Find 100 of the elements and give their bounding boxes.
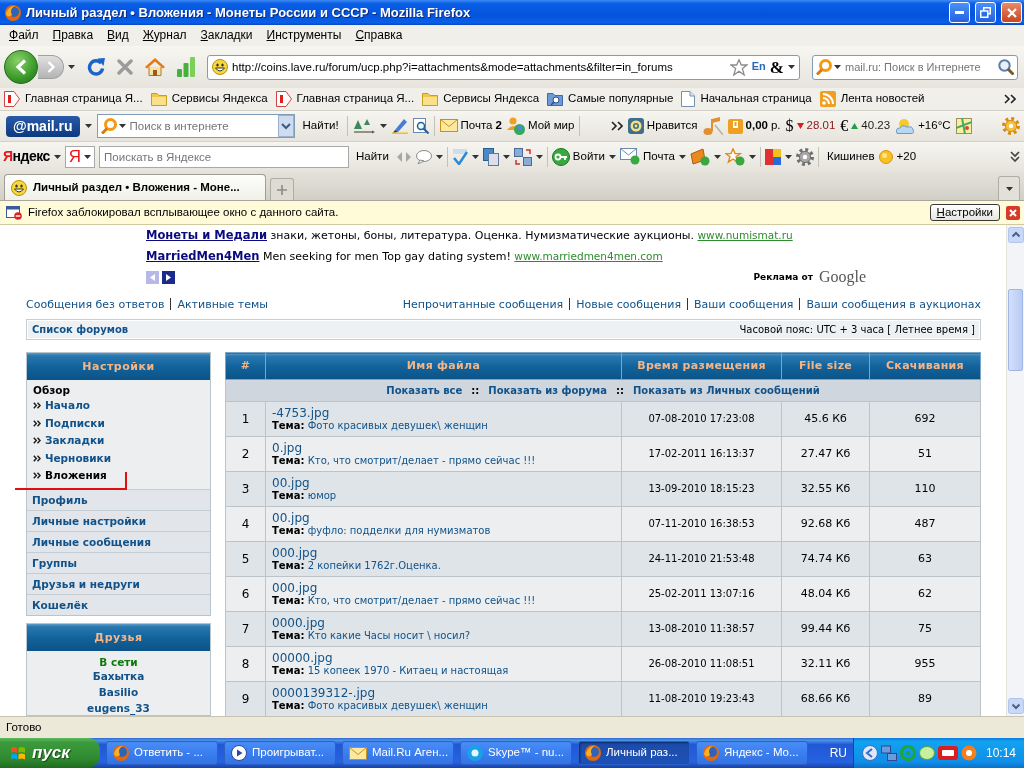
bookmark-item[interactable]: Главная страница Я... bbox=[4, 91, 143, 107]
menu-item[interactable]: Справка bbox=[348, 28, 410, 43]
restore-button[interactable] bbox=[975, 2, 996, 23]
badge-icon[interactable] bbox=[937, 746, 958, 760]
chevron-double-icon[interactable] bbox=[1004, 94, 1016, 104]
logo-button[interactable]: Яндекс bbox=[3, 148, 50, 165]
sidebar-link[interactable]: Личные сообщения bbox=[27, 530, 210, 552]
bookmark-item[interactable]: Самые популярные bbox=[547, 92, 674, 106]
sidebar-item[interactable]: Закладки bbox=[33, 432, 204, 450]
taskbar-button[interactable]: Яндекс - Мо... bbox=[696, 741, 808, 765]
friend-link[interactable]: Бахытка bbox=[27, 668, 210, 683]
gear-icon[interactable] bbox=[1002, 117, 1020, 135]
ad-url-link[interactable]: www.numismat.ru bbox=[697, 229, 793, 241]
file-link[interactable]: 000.jpg bbox=[272, 546, 318, 560]
back-button[interactable] bbox=[4, 50, 38, 84]
column-header[interactable]: Имя файла bbox=[265, 352, 622, 380]
currency-rate-button[interactable]: € 40.23 bbox=[840, 116, 891, 136]
search-button[interactable]: Найти bbox=[353, 149, 392, 164]
documents-icon[interactable] bbox=[482, 147, 499, 166]
sidebar-item[interactable]: Черновики bbox=[33, 449, 204, 467]
file-link[interactable]: 0000.jpg bbox=[272, 616, 325, 630]
gear-icon[interactable] bbox=[795, 147, 814, 166]
sidebar-link[interactable]: Друзья и недруги bbox=[27, 572, 210, 594]
friend-link[interactable]: eugens_33 bbox=[27, 700, 210, 715]
column-header[interactable]: Время размещения bbox=[621, 352, 782, 380]
back-circle-icon[interactable] bbox=[861, 745, 878, 761]
sidebar-link[interactable]: Профиль bbox=[27, 488, 210, 510]
settings-button[interactable]: Настройки bbox=[929, 203, 1000, 222]
file-link[interactable]: 0000139312-.jpg bbox=[272, 686, 376, 700]
topic-link[interactable]: Кто какие Часы носит \ носил? bbox=[307, 630, 471, 641]
font-size-icon[interactable] bbox=[352, 118, 375, 134]
taskbar-button[interactable]: Mail.Ru Аген... bbox=[342, 741, 454, 765]
close-icon[interactable] bbox=[1006, 205, 1020, 220]
bookmark-item[interactable]: Главная страница Я... bbox=[275, 91, 415, 107]
file-link[interactable]: 0.jpg bbox=[272, 441, 303, 455]
logo-button[interactable]: @mail.ru bbox=[6, 115, 80, 137]
file-link[interactable]: 00000.jpg bbox=[272, 651, 333, 665]
caret-icon[interactable] bbox=[713, 154, 721, 159]
caret-icon[interactable] bbox=[84, 124, 92, 128]
caret-icon[interactable] bbox=[678, 154, 686, 159]
caret-icon[interactable] bbox=[471, 154, 479, 159]
mail-button[interactable]: Почта 2 bbox=[439, 119, 502, 133]
my-world-button[interactable]: Мой мир bbox=[506, 117, 575, 135]
cube-icon[interactable] bbox=[764, 148, 781, 165]
swap-icon[interactable] bbox=[513, 147, 532, 166]
mail-button[interactable]: Почта bbox=[620, 148, 675, 165]
file-link[interactable]: 00.jpg bbox=[272, 511, 310, 525]
caret-icon[interactable] bbox=[788, 65, 795, 69]
taskbar-button[interactable]: Проигрыват... bbox=[224, 741, 336, 765]
currency-rate-button[interactable]: $ 28.01 bbox=[785, 116, 836, 136]
url-field[interactable]: http://coins.lave.ru/forum/ucp.php?i=attachments&mode=attachments&filter=in_forums bbox=[232, 61, 726, 73]
oval-icon[interactable] bbox=[918, 745, 935, 761]
quick-link[interactable]: Ваши сообщения в аукционах bbox=[806, 298, 981, 311]
friend-link[interactable]: Basilio bbox=[27, 684, 210, 699]
scrollbar-thumb[interactable] bbox=[1008, 289, 1023, 371]
caret-icon[interactable] bbox=[379, 124, 387, 128]
search-engine-button[interactable]: Я bbox=[64, 145, 96, 168]
quick-link[interactable]: Ваши сообщения bbox=[694, 298, 794, 311]
star-icon[interactable] bbox=[729, 58, 748, 76]
chevron-double-icon[interactable] bbox=[1010, 151, 1020, 162]
forum-list-link[interactable]: Список форумов bbox=[32, 323, 129, 336]
bookmark-item[interactable]: Лента новостей bbox=[819, 91, 925, 107]
caret-icon[interactable] bbox=[748, 154, 756, 159]
caret-icon[interactable] bbox=[68, 65, 75, 69]
menu-item[interactable]: Инструменты bbox=[259, 28, 349, 43]
column-header[interactable]: File size bbox=[781, 352, 870, 380]
caret-icon[interactable] bbox=[502, 154, 510, 159]
menu-item[interactable]: Закладки bbox=[193, 28, 260, 43]
tab[interactable]: Личный раздел • Вложения - Моне... bbox=[4, 174, 266, 200]
quick-link[interactable]: Непрочитанные сообщения bbox=[402, 298, 564, 311]
quick-link[interactable]: Активные темы bbox=[177, 298, 268, 311]
balance-button[interactable]: 0,00 р. bbox=[727, 118, 781, 134]
caret-icon[interactable] bbox=[609, 154, 616, 159]
language-button[interactable]: En bbox=[751, 60, 766, 74]
star-icon[interactable] bbox=[724, 147, 745, 166]
sidebar-link[interactable]: Кошелёк bbox=[27, 593, 210, 615]
ad-url-link[interactable]: www.marriedmen4men.com bbox=[514, 250, 663, 262]
file-link[interactable]: -4753.jpg bbox=[272, 406, 330, 420]
search-box[interactable]: mail.ru: Поиск в Интернете bbox=[812, 54, 1018, 80]
network-icon[interactable] bbox=[880, 745, 897, 761]
topic-link[interactable]: юмор bbox=[307, 490, 337, 501]
topic-link[interactable]: Фото красивых девушек\ женщин bbox=[307, 700, 488, 711]
taskbar-button[interactable]: Skype™ - nu... bbox=[460, 741, 572, 765]
map-icon[interactable] bbox=[955, 118, 972, 134]
bookmark-item[interactable]: Начальная страница bbox=[681, 91, 812, 107]
ampersand-button[interactable]: & bbox=[769, 58, 784, 76]
taskbar-button[interactable]: Личный раз... bbox=[578, 741, 690, 765]
sidebar-link[interactable]: Личные настройки bbox=[27, 509, 210, 531]
dot-icon[interactable] bbox=[960, 745, 977, 761]
chevron-double-icon[interactable] bbox=[610, 121, 623, 131]
sidebar-link[interactable]: Группы bbox=[27, 551, 210, 573]
highlighter-icon[interactable] bbox=[391, 118, 408, 134]
menu-item[interactable]: Правка bbox=[45, 28, 101, 43]
quick-link[interactable]: Сообщения без ответов bbox=[26, 298, 165, 311]
address-bar[interactable]: http://coins.lave.ru/forum/ucp.php?i=attachments&mode=attachments&filter=in_forums En & bbox=[207, 54, 800, 80]
bookmark-item[interactable]: Сервисы Яндекса bbox=[422, 92, 540, 106]
sidebar-item[interactable]: Начало bbox=[33, 397, 204, 415]
search-box[interactable]: Поиск в интернете bbox=[96, 114, 295, 138]
reload-icon[interactable] bbox=[87, 58, 105, 76]
dropdown-icon[interactable] bbox=[277, 115, 294, 137]
